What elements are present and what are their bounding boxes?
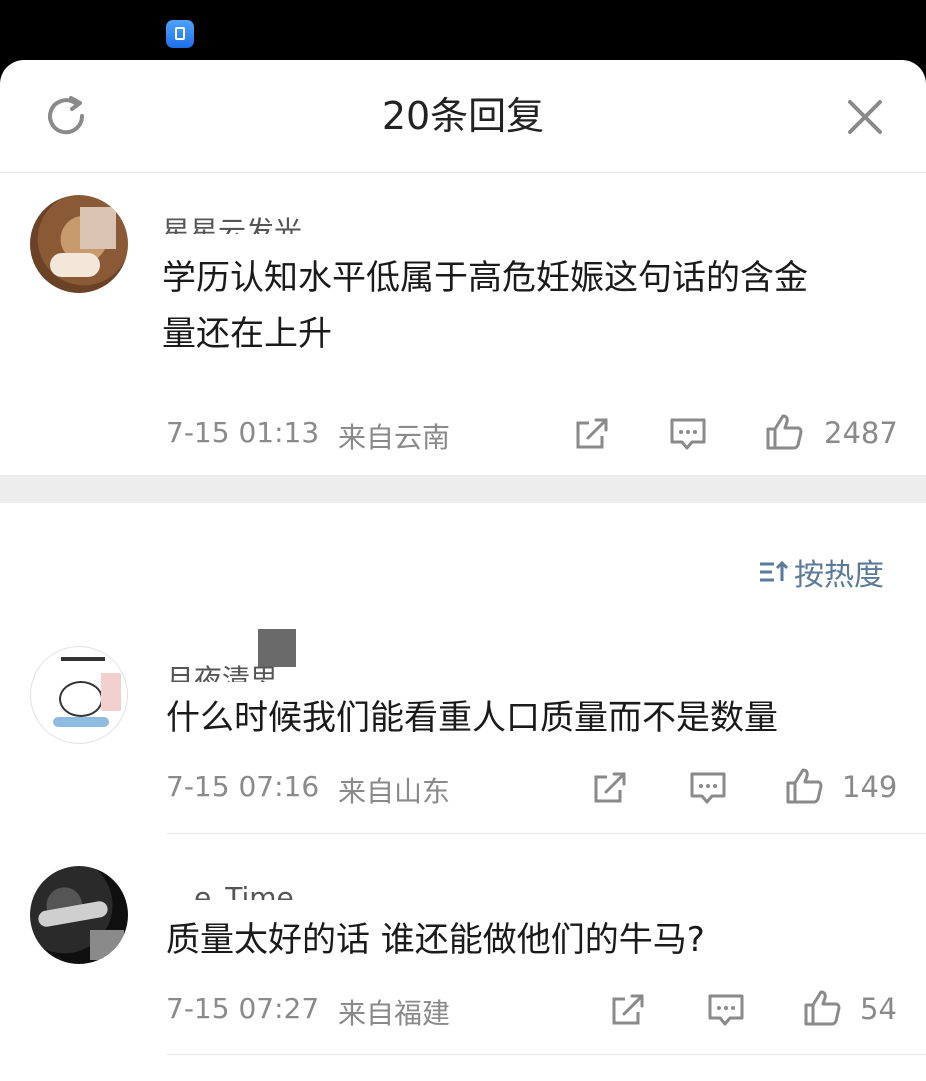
avatar[interactable] [30,866,128,964]
reply-username[interactable]: __e_Time__ [166,878,322,900]
section-divider [0,475,926,503]
avatar-mosaic [101,673,121,711]
comment-text-line-2: 量还在上升 [162,314,332,354]
sort-by-hot-button[interactable]: 按热度 [758,550,884,594]
comment-icon[interactable] [668,414,708,454]
reply-text: 什么时候我们能看重人口质量而不是数量 [166,698,778,738]
avatar[interactable] [30,195,128,293]
like-count: 149 [842,770,898,804]
like-count: 2487 [824,416,898,450]
like-icon[interactable] [802,988,842,1028]
like-icon[interactable] [784,766,824,806]
reply-location: 来自福建 [338,997,451,1030]
reply-time: 7-15 07:27 [166,992,320,1025]
reply-divider [166,833,926,834]
sheet-header: 20条回复 [0,60,926,173]
avatar-detail [50,253,100,277]
comment-icon[interactable] [688,768,728,808]
comment-location: 来自云南 [338,421,451,454]
like-icon[interactable] [764,412,804,452]
avatar-detail [61,657,105,661]
close-icon[interactable] [842,94,888,140]
avatar-detail [53,717,109,727]
reply-text: 质量太好的话 谁还能做他们的牛马? [166,920,705,960]
comment-icon[interactable] [706,990,746,1030]
comment-time: 7-15 01:13 [166,416,320,449]
sort-label: 按热度 [794,558,884,593]
reply-time: 7-15 07:16 [166,770,320,803]
replies-sheet: 20条回复 星星云发光 学历认知水平低属于高危妊娠这句话的含金 量还在上升 7-… [0,60,926,1081]
comment-username[interactable]: 星星云发光 [162,212,302,234]
notification-app-icon [166,20,194,48]
status-bar [0,0,926,62]
share-icon[interactable] [590,768,630,808]
share-icon[interactable] [572,414,612,454]
avatar-mosaic [80,207,116,249]
avatar-detail [59,681,103,717]
avatar-mosaic [90,930,124,960]
reply-divider [166,1054,926,1055]
page-title: 20条回复 [381,94,545,138]
reply-username[interactable]: 月夜清思 [166,660,278,682]
avatar[interactable] [30,646,128,744]
reply-location: 来自山东 [338,775,451,808]
like-count: 54 [860,992,897,1026]
sort-icon [760,560,788,582]
avatar-detail [37,900,109,928]
comment-text-line-1: 学历认知水平低属于高危妊娠这句话的含金 [162,258,808,298]
share-icon[interactable] [608,990,648,1030]
